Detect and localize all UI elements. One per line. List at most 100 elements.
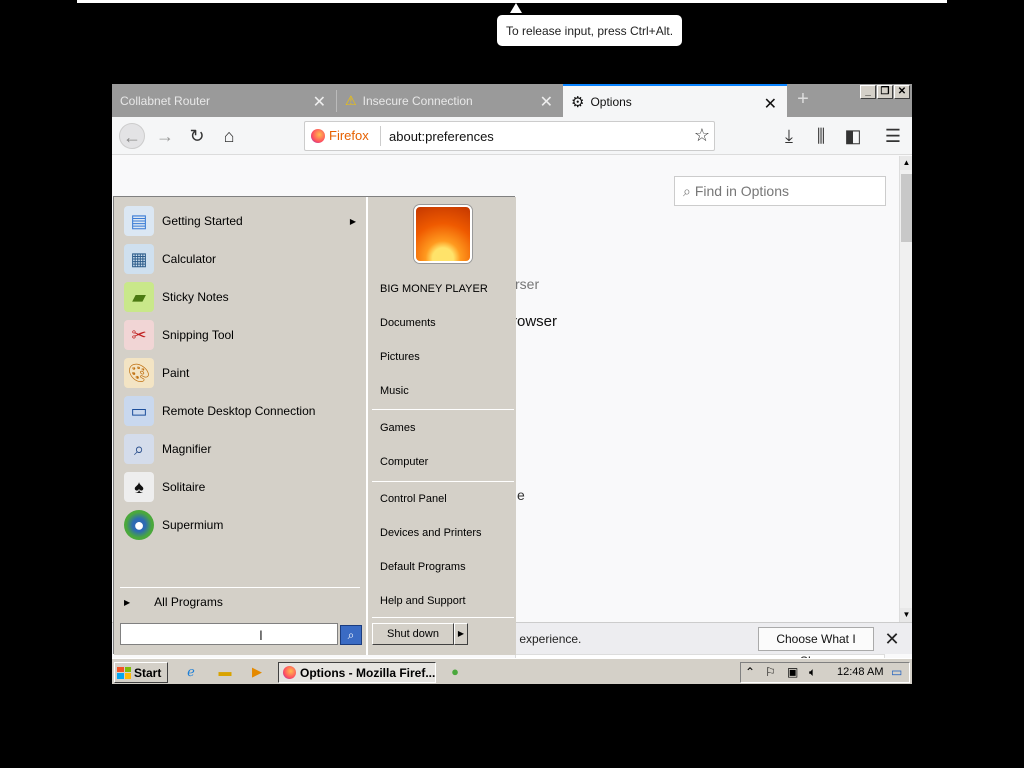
start-search-input[interactable]: I (120, 623, 338, 645)
restore-button[interactable]: ❐ (877, 85, 893, 99)
program-label: Remote Desktop Connection (162, 404, 316, 418)
identity-box[interactable]: Firefox (311, 128, 369, 143)
system-tray: ⌃ ⚐ ▣ 🔈︎ 12:48 AM ▭ (740, 662, 910, 683)
program-label: Snipping Tool (162, 328, 234, 342)
find-placeholder: Find in Options (694, 183, 790, 199)
vertical-scrollbar[interactable]: ▲ ▼ (899, 156, 912, 622)
place-games[interactable]: Games (380, 422, 415, 434)
new-tab-icon[interactable]: + (792, 88, 814, 110)
partial-heading: rowser (512, 313, 558, 330)
supermium-icon: ● (124, 510, 154, 540)
program-label: Calculator (162, 252, 217, 266)
sidebar-icon[interactable]: ◧ (840, 123, 866, 149)
choose-what-i-share-button[interactable]: Choose What I Share (758, 627, 874, 668)
volume-icon[interactable]: 🔈︎ (809, 665, 816, 680)
taskbar-firefox-button[interactable]: Options - Mozilla Firef... (278, 662, 436, 683)
vm-screen[interactable]: Collabnet Router ✕ ⚠ Insecure Connection… (112, 84, 912, 684)
tab-collabnet-router[interactable]: Collabnet Router ✕ (112, 84, 336, 117)
library-icon[interactable]: ⫼ (808, 123, 834, 149)
place-user[interactable]: BIG MONEY PLAYER (380, 283, 488, 295)
flag-icon[interactable]: ⚐ (765, 665, 776, 679)
getting-started-icon: ▤ (124, 206, 154, 236)
program-label: Getting Started (162, 214, 243, 228)
media-player-icon[interactable]: ▶ (248, 664, 266, 680)
tab-insecure-connection[interactable]: ⚠ Insecure Connection ✕ (337, 84, 563, 117)
close-icon[interactable]: ✕ (882, 627, 902, 651)
shutdown-button[interactable]: Shut down (372, 623, 454, 645)
program-label: Paint (162, 366, 190, 380)
home-icon[interactable]: ⌂ (216, 123, 242, 149)
program-calculator[interactable]: ▦ Calculator (124, 241, 364, 277)
firefox-logo-icon (283, 666, 296, 679)
program-magnifier[interactable]: ⌕ Magnifier (124, 431, 364, 467)
close-window-button[interactable]: ✕ (894, 85, 910, 99)
divider (120, 587, 360, 588)
place-documents[interactable]: Documents (380, 317, 436, 329)
user-avatar[interactable] (414, 205, 472, 263)
place-default-programs[interactable]: Default Programs (380, 561, 466, 573)
url-bar[interactable]: Firefox about:preferences ☆ (304, 121, 715, 151)
all-programs-label: All Programs (154, 595, 223, 609)
program-sticky-notes[interactable]: ▰ Sticky Notes (124, 279, 364, 315)
reload-icon[interactable]: ↻ (184, 123, 210, 149)
find-in-options-input[interactable]: ⌕ Find in Options (674, 176, 886, 206)
place-control-panel[interactable]: Control Panel (380, 493, 447, 505)
search-button[interactable]: ⌕ (340, 625, 362, 645)
folder-icon[interactable]: ▬ (216, 664, 234, 680)
url-text[interactable]: about:preferences (389, 129, 494, 144)
close-icon[interactable]: ✕ (764, 94, 777, 114)
program-snipping-tool[interactable]: ✂ Snipping Tool (124, 317, 364, 353)
firefox-logo-icon (311, 128, 325, 143)
navigation-toolbar: ← → ↻ ⌂ Firefox about:preferences ☆ ⤓ ⫼ … (112, 117, 912, 155)
release-input-tooltip: To release input, press Ctrl+Alt. (497, 15, 682, 46)
internet-explorer-icon[interactable]: ℯ (182, 664, 200, 680)
forward-arrow-icon[interactable]: → (152, 123, 178, 149)
tab-strip: Collabnet Router ✕ ⚠ Insecure Connection… (112, 84, 912, 117)
start-menu-places: BIG MONEY PLAYER Documents Pictures Musi… (366, 197, 516, 655)
gear-icon: ⚙ (571, 93, 585, 111)
partial-text: e (517, 487, 525, 503)
identity-label: Firefox (329, 128, 369, 143)
taskbar-item-label: Options - Mozilla Firef... (300, 665, 436, 680)
tab-title: Collabnet Router (120, 93, 211, 108)
all-programs-item[interactable]: ▶ All Programs (124, 595, 223, 609)
start-menu-programs: ▤ Getting Started ▶ ▦ Calculator ▰ Stick… (114, 197, 366, 655)
tab-options[interactable]: ⚙ Options ✕ (563, 84, 787, 117)
warning-icon: ⚠ (345, 92, 357, 108)
download-icon[interactable]: ⤓ (776, 123, 802, 149)
scroll-up-icon[interactable]: ▲ (900, 156, 912, 170)
divider (372, 481, 514, 482)
bookmark-star-icon[interactable]: ☆ (694, 125, 710, 146)
minimize-button[interactable]: _ (860, 85, 876, 99)
place-music[interactable]: Music (380, 385, 409, 397)
program-remote-desktop[interactable]: ▭ Remote Desktop Connection (124, 393, 364, 429)
chevron-up-icon[interactable]: ⌃ (745, 665, 755, 679)
hamburger-menu-icon[interactable]: ☰ (880, 123, 906, 149)
program-supermium[interactable]: ● Supermium (124, 507, 364, 543)
program-label: Sticky Notes (162, 290, 229, 304)
place-help-support[interactable]: Help and Support (380, 595, 466, 607)
program-solitaire[interactable]: ♠ Solitaire (124, 469, 364, 505)
scroll-down-icon[interactable]: ▼ (900, 608, 912, 622)
tab-title: Options (590, 94, 632, 109)
notification-text: r experience. (512, 632, 582, 646)
close-icon[interactable]: ✕ (540, 92, 553, 112)
clock[interactable]: 12:48 AM (837, 666, 883, 678)
scrollbar-thumb[interactable] (901, 174, 912, 242)
place-computer[interactable]: Computer (380, 456, 428, 468)
show-desktop-icon[interactable]: ▭ (891, 665, 902, 679)
program-paint[interactable]: 🎨︎ Paint (124, 355, 364, 391)
program-getting-started[interactable]: ▤ Getting Started ▶ (124, 203, 364, 239)
start-button[interactable]: Start (114, 662, 168, 683)
supermium-icon[interactable]: ● (446, 664, 464, 680)
shutdown-options-arrow-icon[interactable]: ▶ (454, 623, 468, 645)
place-pictures[interactable]: Pictures (380, 351, 420, 363)
back-arrow-icon[interactable]: ← (119, 123, 145, 149)
place-devices-printers[interactable]: Devices and Printers (380, 527, 482, 539)
network-icon[interactable]: ▣ (787, 665, 798, 679)
text-cursor-icon: I (259, 627, 263, 643)
close-icon[interactable]: ✕ (313, 92, 326, 112)
console-caret-icon (510, 3, 522, 13)
windows-logo-icon (117, 666, 131, 679)
tab-title: Insecure Connection (362, 93, 473, 108)
